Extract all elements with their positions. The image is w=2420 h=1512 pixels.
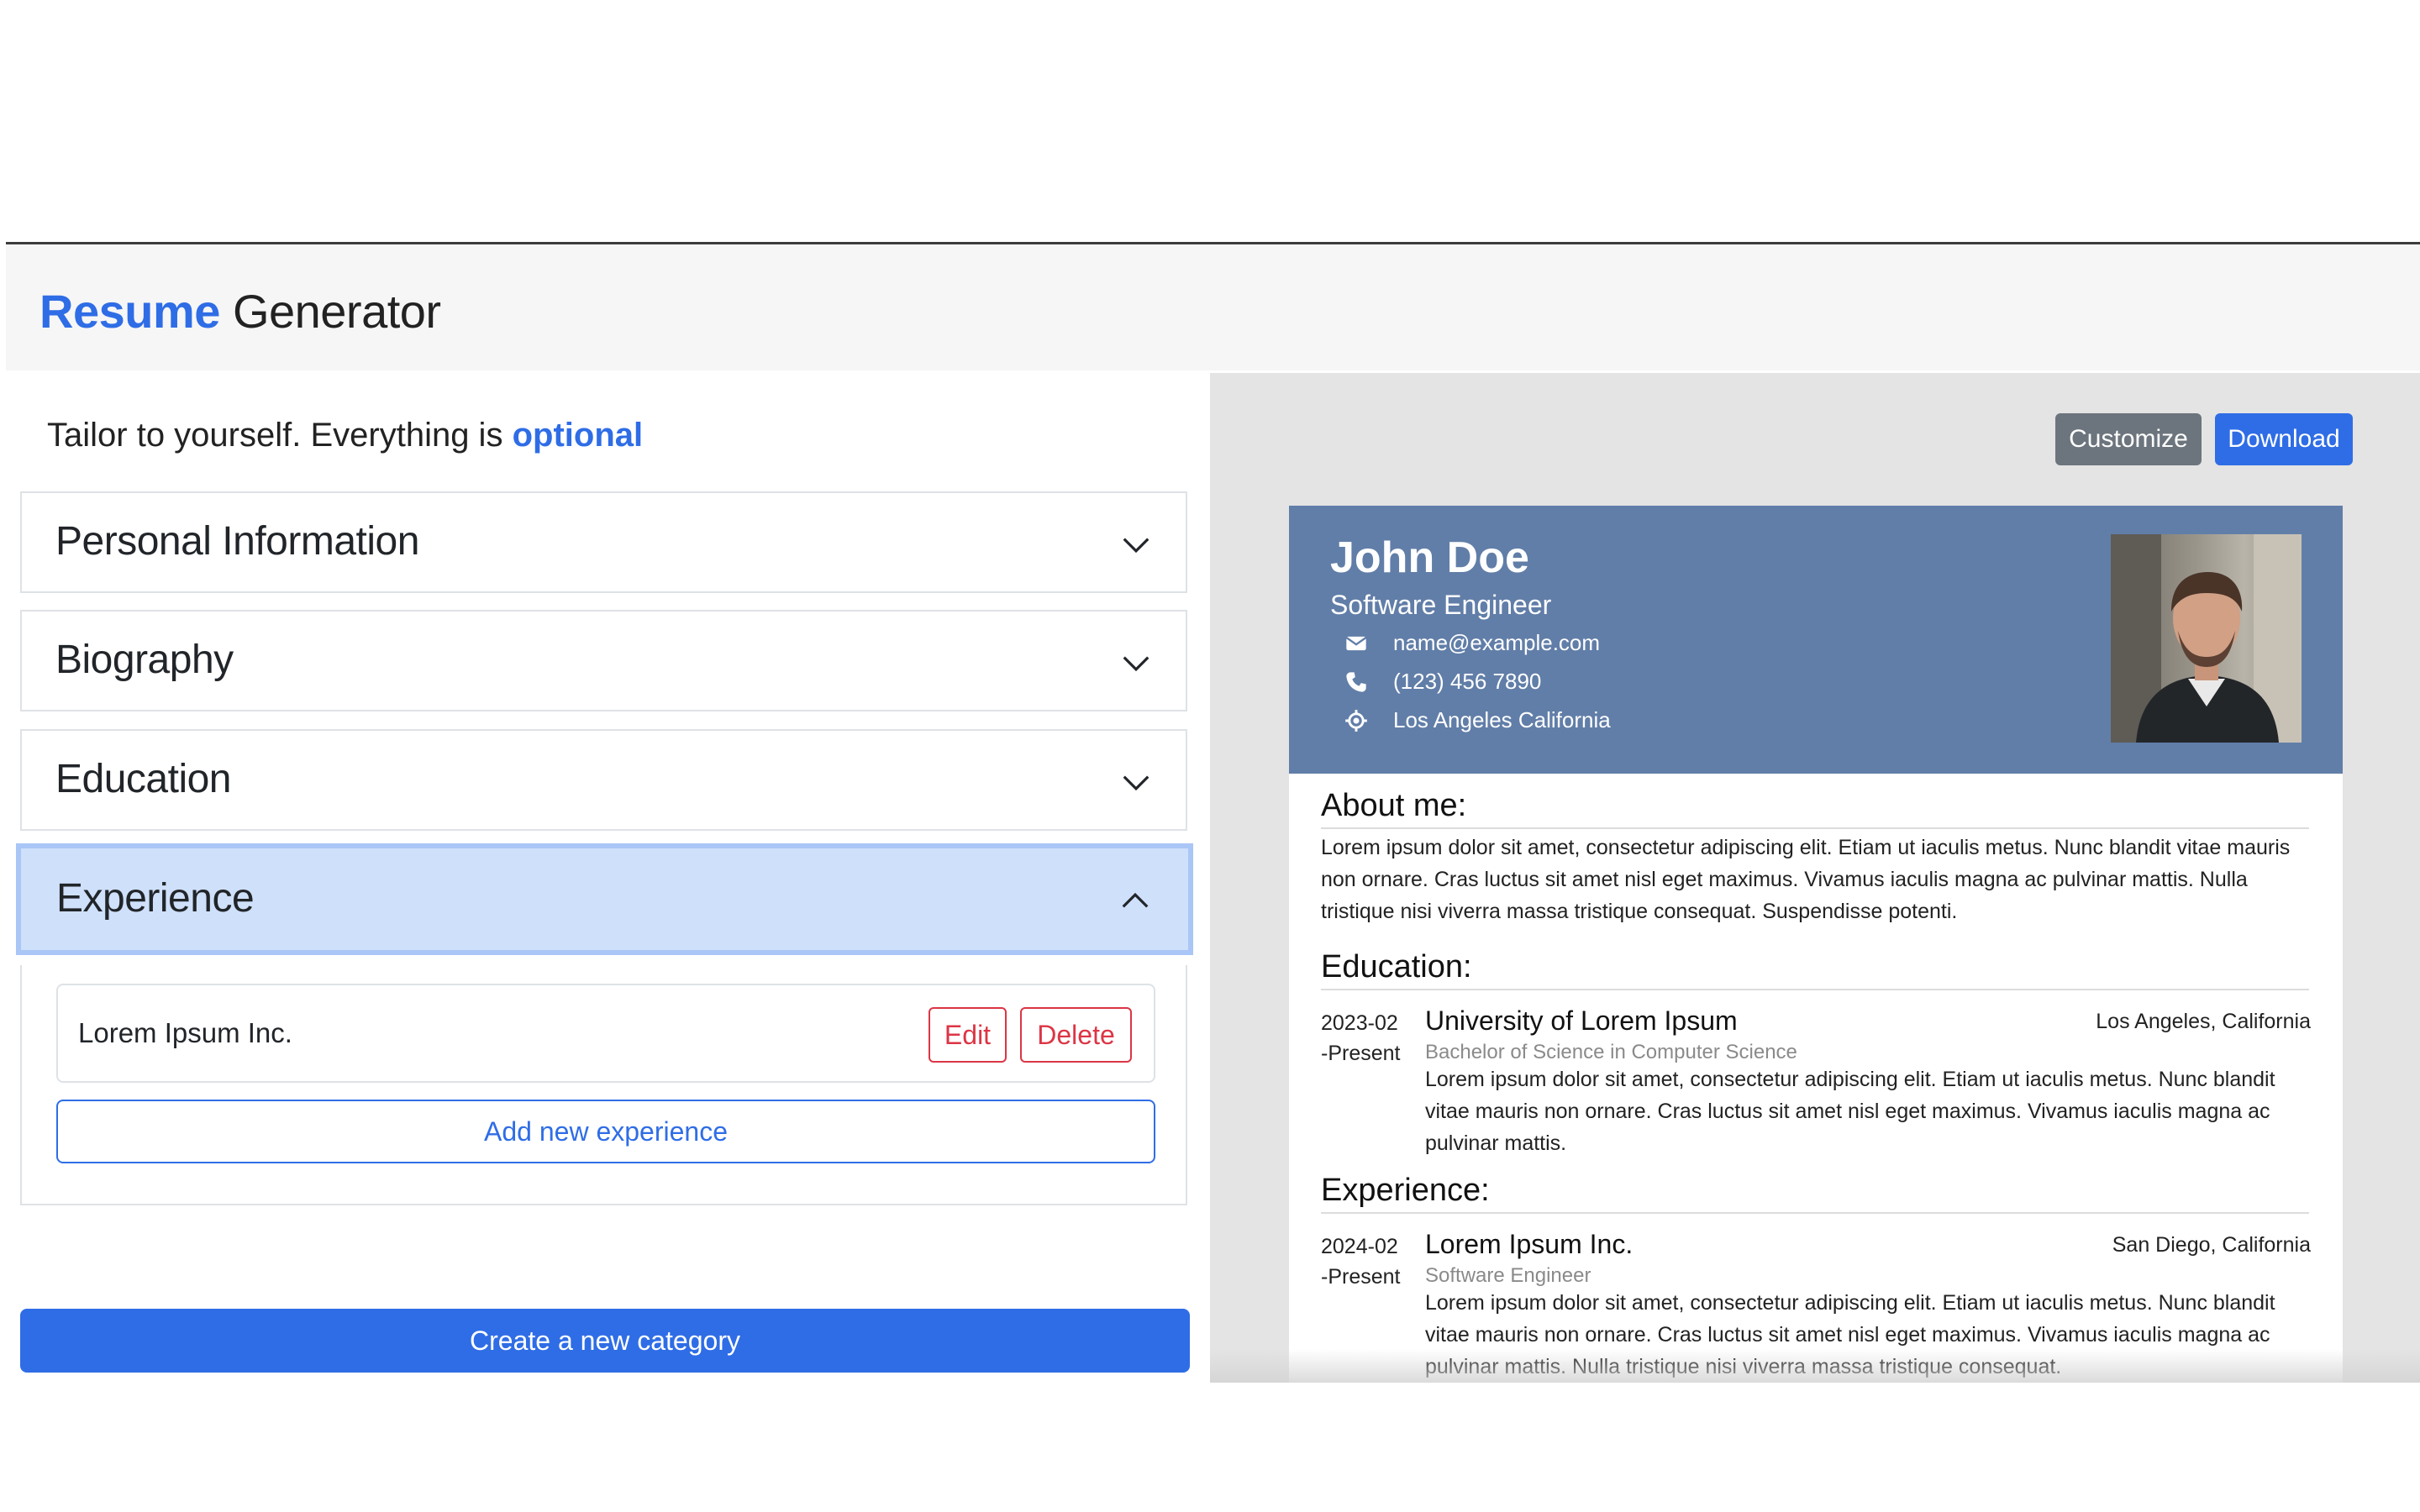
- accordion-title: Education: [55, 757, 232, 801]
- contact-location: Los Angeles California: [1344, 707, 1611, 733]
- contact-email: name@example.com: [1344, 630, 1600, 656]
- app-header: Resume Generator: [6, 244, 2420, 370]
- experience-item-name: Lorem Ipsum Inc.: [78, 1017, 292, 1048]
- experience-date-start: 2024-02: [1321, 1235, 1398, 1258]
- chevron-down-icon: [1123, 538, 1150, 554]
- accordion-personal-information[interactable]: Personal Information: [20, 491, 1187, 593]
- resume-preview: John Doe Software Engineer name@example.…: [1289, 506, 2343, 1383]
- tagline-text: Tailor to yourself. Everything is: [47, 417, 503, 454]
- customize-button[interactable]: Customize: [2055, 413, 2202, 465]
- delete-button[interactable]: Delete: [1020, 1007, 1132, 1063]
- preview-panel: Customize Download John Doe Software Eng…: [1210, 373, 2420, 1383]
- experience-panel: Lorem Ipsum Inc. Edit Delete Add new exp…: [20, 965, 1187, 1205]
- accordion-education[interactable]: Education: [20, 729, 1187, 831]
- education-date-start: 2023-02: [1321, 1011, 1398, 1035]
- chevron-down-icon: [1123, 775, 1150, 791]
- experience-location: San Diego, California: [2112, 1233, 2311, 1257]
- contact-email-text: name@example.com: [1393, 630, 1601, 655]
- brand-rest: Generator: [232, 285, 441, 338]
- tagline-highlight: optional: [512, 417, 644, 454]
- contact-location-text: Los Angeles California: [1393, 707, 1611, 732]
- experience-title: Experience:: [1321, 1173, 2309, 1214]
- about-text: Lorem ipsum dolor sit amet, consectetur …: [1321, 836, 2291, 923]
- app-window: Resume Generator Tailor to yourself. Eve…: [6, 242, 2420, 1383]
- profile-photo: [2111, 534, 2302, 743]
- experience-org: Lorem Ipsum Inc.: [1425, 1229, 1634, 1259]
- accordion-title: Personal Information: [55, 519, 419, 564]
- download-button[interactable]: Download: [2215, 413, 2353, 465]
- accordion-experience[interactable]: Experience: [16, 843, 1193, 955]
- form-panel: Tailor to yourself. Everything is option…: [6, 373, 1210, 1383]
- create-category-button[interactable]: Create a new category: [20, 1309, 1190, 1373]
- accordion-title: Experience: [56, 876, 255, 921]
- resume-name: John Doe: [1330, 533, 1529, 582]
- chevron-up-icon: [1122, 892, 1149, 908]
- brand-accent: Resume: [39, 285, 220, 338]
- education-degree: Bachelor of Science in Computer Science: [1425, 1041, 1797, 1063]
- contact-phone-text: (123) 456 7890: [1393, 669, 1542, 694]
- envelope-icon: [1345, 636, 1367, 650]
- education-location: Los Angeles, California: [2096, 1010, 2311, 1033]
- education-description: Lorem ipsum dolor sit amet, consectetur …: [1425, 1068, 2275, 1155]
- about-title: About me:: [1321, 788, 2309, 829]
- resume-header: John Doe Software Engineer name@example.…: [1289, 506, 2343, 774]
- accordion-biography[interactable]: Biography: [20, 610, 1187, 711]
- education-title: Education:: [1321, 949, 2309, 990]
- scroll-fade: [1210, 1349, 2420, 1383]
- chevron-down-icon: [1123, 656, 1150, 672]
- contact-phone: (123) 456 7890: [1344, 669, 1541, 695]
- experience-item: Lorem Ipsum Inc. Edit Delete: [56, 984, 1155, 1083]
- tagline: Tailor to yourself. Everything is option…: [47, 417, 643, 454]
- experience-role: Software Engineer: [1425, 1264, 1591, 1287]
- edit-button[interactable]: Edit: [929, 1007, 1007, 1063]
- resume-role: Software Engineer: [1330, 590, 1552, 620]
- location-icon: [1345, 709, 1367, 732]
- experience-date-end: -Present: [1321, 1265, 1401, 1289]
- brand-logo[interactable]: Resume Generator: [39, 281, 441, 343]
- education-date-end: -Present: [1321, 1042, 1401, 1065]
- phone-icon: [1346, 671, 1366, 692]
- accordion-title: Biography: [55, 638, 234, 682]
- add-experience-button[interactable]: Add new experience: [56, 1100, 1155, 1163]
- education-org: University of Lorem Ipsum: [1425, 1005, 1738, 1036]
